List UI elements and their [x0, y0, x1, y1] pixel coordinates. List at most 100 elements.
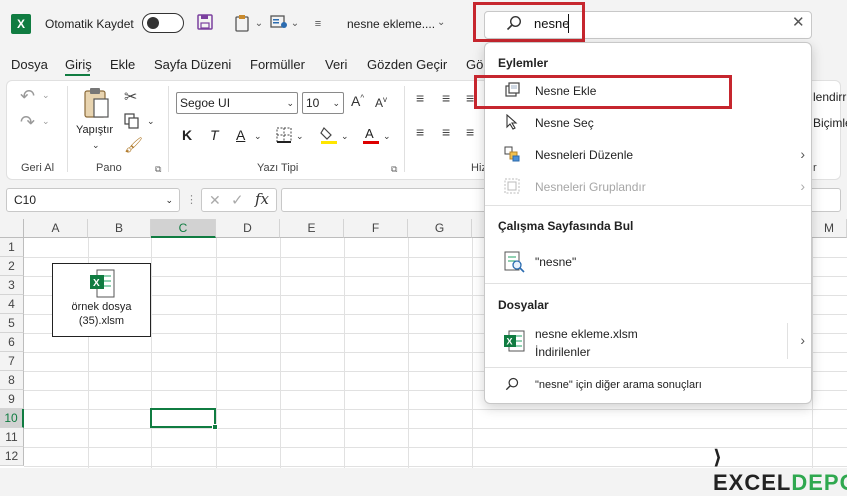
decrease-font-icon[interactable]: Av: [375, 95, 387, 110]
object-label-line2: (35).xlsm: [78, 315, 125, 327]
chevron-right-icon[interactable]: ›: [800, 146, 805, 162]
font-size-combo[interactable]: 10 ⌄: [302, 92, 344, 114]
object-label-line1: örnek dosya: [71, 301, 132, 313]
customize-qat-icon[interactable]: ≡: [312, 14, 324, 34]
row-header-6[interactable]: 6: [0, 333, 24, 352]
redo-icon[interactable]: ↷: [20, 112, 35, 133]
font-name-combo[interactable]: Segoe UI ⌄: [176, 92, 298, 114]
watermark-part2: DEPO: [791, 470, 847, 495]
chevron-down-icon[interactable]: ⌄: [42, 116, 50, 127]
font-name-value: Segoe UI: [180, 96, 231, 110]
dialog-launcher-icon[interactable]: ⧉: [391, 164, 397, 175]
clipboard-icon[interactable]: [231, 14, 253, 34]
chevron-down-icon[interactable]: ⌄: [437, 17, 445, 28]
embedded-excel-object[interactable]: X örnek dosya (35).xlsm: [52, 263, 151, 337]
selected-cell-c10[interactable]: [150, 408, 216, 428]
group-label-font: Yazı Tipi: [257, 162, 299, 174]
grid-line: [280, 238, 281, 468]
chevron-down-icon[interactable]: ⌄: [165, 189, 173, 211]
tab-dosya[interactable]: Dosya: [11, 57, 48, 72]
column-header-g[interactable]: G: [408, 219, 472, 238]
column-header-m[interactable]: M: [812, 219, 847, 238]
row-header-7[interactable]: 7: [0, 352, 24, 371]
search-highlight-box: [473, 2, 585, 42]
cursor-arrow-icon: [503, 113, 521, 132]
row-header-9[interactable]: 9: [0, 390, 24, 409]
row-header-11[interactable]: 11: [0, 428, 24, 447]
align-right-icon[interactable]: ≡: [466, 124, 474, 140]
chevron-down-icon[interactable]: ⌄: [254, 14, 264, 34]
row-header-8[interactable]: 8: [0, 371, 24, 390]
row-header-1[interactable]: 1: [0, 238, 24, 257]
tab-ekle[interactable]: Ekle: [110, 57, 135, 72]
underline-button[interactable]: A: [236, 127, 245, 143]
chevron-right-icon[interactable]: ›: [800, 332, 805, 348]
cancel-icon[interactable]: ✕: [209, 192, 221, 209]
row-header-3[interactable]: 3: [0, 276, 24, 295]
insert-function-button[interactable]: fx: [255, 190, 269, 208]
font-color-icon[interactable]: A: [362, 125, 380, 148]
menu-item-nesneleri-duzenle[interactable]: Nesneleri Düzenle ›: [485, 140, 811, 170]
cut-icon[interactable]: ✂: [124, 87, 137, 107]
menu-item-nesne-sec[interactable]: Nesne Seç: [485, 108, 811, 138]
bold-button[interactable]: K: [182, 127, 192, 143]
close-icon[interactable]: ✕: [792, 13, 805, 31]
format-painter-icon[interactable]: 🖌: [124, 136, 143, 154]
chevron-down-icon[interactable]: ⌄: [286, 93, 294, 113]
align-left-icon[interactable]: ≡: [416, 124, 424, 140]
column-header-c[interactable]: C: [151, 219, 216, 238]
tab-gorunum[interactable]: Gö: [466, 57, 483, 72]
paste-button-label[interactable]: Yapıştır: [76, 124, 113, 136]
row-header-5[interactable]: 5: [0, 314, 24, 333]
form-icon[interactable]: [268, 14, 290, 34]
undo-icon[interactable]: ↶: [20, 86, 35, 107]
tab-formuller[interactable]: Formüller: [250, 57, 305, 72]
autosave-toggle[interactable]: [142, 13, 184, 33]
row-header-2[interactable]: 2: [0, 257, 24, 276]
row-header-10[interactable]: 10: [0, 409, 24, 428]
conditional-formatting-peek[interactable]: lendirr: [813, 90, 846, 104]
more-options-icon[interactable]: ⋮: [186, 193, 197, 206]
chevron-down-icon[interactable]: ⌄: [92, 140, 100, 151]
tab-giris[interactable]: Giriş: [65, 57, 92, 72]
row-header-12[interactable]: 12: [0, 447, 24, 466]
select-all-corner[interactable]: [0, 219, 24, 238]
borders-icon[interactable]: [276, 127, 292, 146]
check-icon[interactable]: ✓: [231, 191, 244, 209]
name-box[interactable]: C10 ⌄: [6, 188, 180, 212]
chevron-down-icon[interactable]: ⌄: [254, 131, 262, 142]
menu-item-find-in-sheet[interactable]: "nesne": [485, 244, 811, 280]
tab-sayfa-duzeni[interactable]: Sayfa Düzeni: [154, 57, 231, 72]
fill-color-icon[interactable]: [320, 125, 338, 148]
chevron-down-icon[interactable]: ⌄: [341, 131, 349, 142]
menu-item-file-nesne-ekleme[interactable]: X nesne ekleme.xlsm İndirilenler ›: [485, 321, 811, 361]
align-middle-icon[interactable]: ≡: [442, 90, 450, 106]
column-header-b[interactable]: B: [88, 219, 151, 238]
column-header-d[interactable]: D: [216, 219, 280, 238]
chevron-down-icon[interactable]: ⌄: [383, 131, 391, 142]
save-icon[interactable]: [196, 14, 214, 34]
fill-handle[interactable]: [212, 424, 218, 430]
tab-gozden-gecir[interactable]: Gözden Geçir: [367, 57, 447, 72]
tab-veri[interactable]: Veri: [325, 57, 347, 72]
align-top-icon[interactable]: ≡: [416, 90, 424, 106]
format-as-table-peek[interactable]: Biçimle: [813, 116, 847, 130]
chevron-down-icon[interactable]: ⌄: [332, 93, 340, 113]
chevron-down-icon[interactable]: ⌄: [42, 90, 50, 101]
column-header-f[interactable]: F: [344, 219, 408, 238]
document-title[interactable]: nesne ekleme....: [347, 17, 435, 31]
column-header-a[interactable]: A: [24, 219, 88, 238]
increase-font-icon[interactable]: A^: [351, 93, 364, 109]
italic-button[interactable]: T: [210, 127, 219, 143]
dialog-launcher-icon[interactable]: ⧉: [155, 164, 161, 175]
align-center-icon[interactable]: ≡: [442, 124, 450, 140]
chevron-down-icon[interactable]: ⌄: [296, 131, 304, 142]
column-header-e[interactable]: E: [280, 219, 344, 238]
paste-icon[interactable]: [82, 87, 110, 122]
copy-icon[interactable]: [124, 113, 140, 132]
align-bottom-icon[interactable]: ≡: [466, 90, 474, 106]
menu-item-more-results[interactable]: "nesne" için diğer arama sonuçları: [485, 371, 811, 401]
row-header-4[interactable]: 4: [0, 295, 24, 314]
chevron-down-icon[interactable]: ⌄: [147, 116, 155, 127]
chevron-down-icon[interactable]: ⌄: [290, 14, 300, 34]
